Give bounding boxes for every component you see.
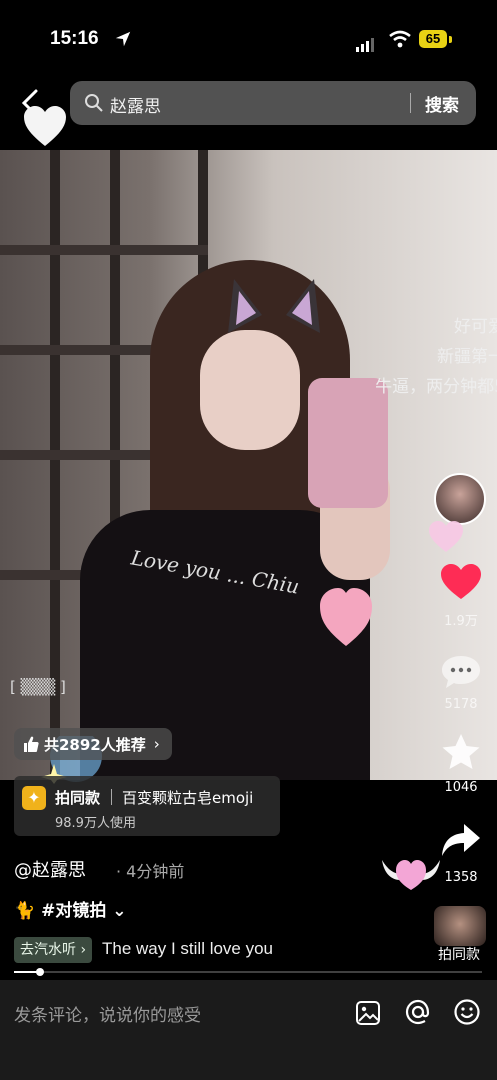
comment-icon[interactable]	[440, 653, 482, 691]
emoji-icon[interactable]	[453, 998, 481, 1026]
recommend-label: 共2892人推荐	[44, 735, 146, 754]
sparkle-icon: ✦	[22, 786, 46, 810]
floating-comment: 新疆第一	[437, 347, 497, 367]
heart-icon[interactable]	[440, 563, 482, 601]
cat-ears-sticker	[228, 279, 320, 333]
floating-comment: 牛逼，两分钟都5	[375, 377, 497, 397]
comment-count: 5178	[444, 697, 478, 712]
effect-name: 百变颗粒古皂emoji	[122, 789, 254, 807]
censored-caption: [ ▒▒▒ ]	[10, 678, 66, 696]
video-player[interactable]: Love you ... Chiu 好可爱 新疆第一 牛逼，两分钟都5	[0, 150, 497, 780]
search-divider	[410, 93, 411, 113]
heart-sticker-icon	[24, 106, 66, 146]
comment-bar: 发条评论，说说你的感受	[0, 980, 497, 1080]
search-button[interactable]: 搜索	[425, 91, 459, 116]
battery-cap	[449, 36, 452, 43]
rosy-charm	[320, 588, 372, 646]
comment-input[interactable]: 发条评论，说说你的感受	[14, 1001, 201, 1026]
effect-users: 98.9万人使用	[55, 816, 136, 831]
effect-card[interactable]: ✦ 拍同款 百变颗粒古皂emoji 98.9万人使用	[14, 776, 280, 836]
person-face	[200, 330, 300, 450]
favorite-count: 1046	[444, 780, 478, 795]
search-bar[interactable]: 赵露思 搜索	[70, 81, 476, 125]
thumbs-up-icon	[24, 736, 39, 752]
star-icon[interactable]	[440, 732, 482, 772]
share-icon[interactable]	[440, 822, 482, 860]
battery-indicator: 65	[419, 30, 447, 48]
effect-separator	[111, 789, 112, 805]
effect-tag: 拍同款	[55, 789, 101, 807]
post-time: · 4分钟前	[116, 862, 185, 881]
follow-heart-icon[interactable]	[428, 520, 464, 554]
share-count: 1358	[444, 870, 478, 885]
chevron-right-icon: ›	[153, 735, 160, 753]
location-arrow-icon	[115, 31, 131, 47]
floating-comments: 好可爱 新疆第一 牛逼，两分钟都5	[375, 312, 497, 402]
hashtag-link[interactable]: 🐈 #对镜拍 ⌄	[14, 896, 127, 921]
recommend-button[interactable]: 共2892人推荐 ›	[14, 728, 172, 760]
author-avatar[interactable]	[434, 473, 486, 525]
search-input[interactable]: 赵露思	[110, 92, 161, 117]
at-icon[interactable]	[404, 998, 432, 1026]
signal-icon	[356, 33, 376, 52]
wifi-icon	[389, 30, 411, 48]
image-icon[interactable]	[355, 1000, 381, 1026]
status-time: 15:16	[50, 28, 99, 49]
music-app-tag[interactable]: 去汽水听 ›	[14, 937, 93, 963]
floating-comment: 好可爱	[454, 317, 497, 337]
progress-track[interactable]	[14, 971, 482, 973]
author-name[interactable]: @赵露思	[14, 856, 86, 882]
same-style-button[interactable]: 拍同款	[438, 944, 480, 964]
like-count: 1.9万	[444, 614, 478, 629]
search-icon	[85, 94, 103, 112]
winged-heart-sticker	[382, 860, 440, 890]
progress-fill	[14, 971, 38, 973]
music-title[interactable]: The way I still love you	[102, 939, 273, 959]
progress-handle[interactable]	[36, 968, 44, 976]
music-cover[interactable]	[434, 906, 486, 946]
